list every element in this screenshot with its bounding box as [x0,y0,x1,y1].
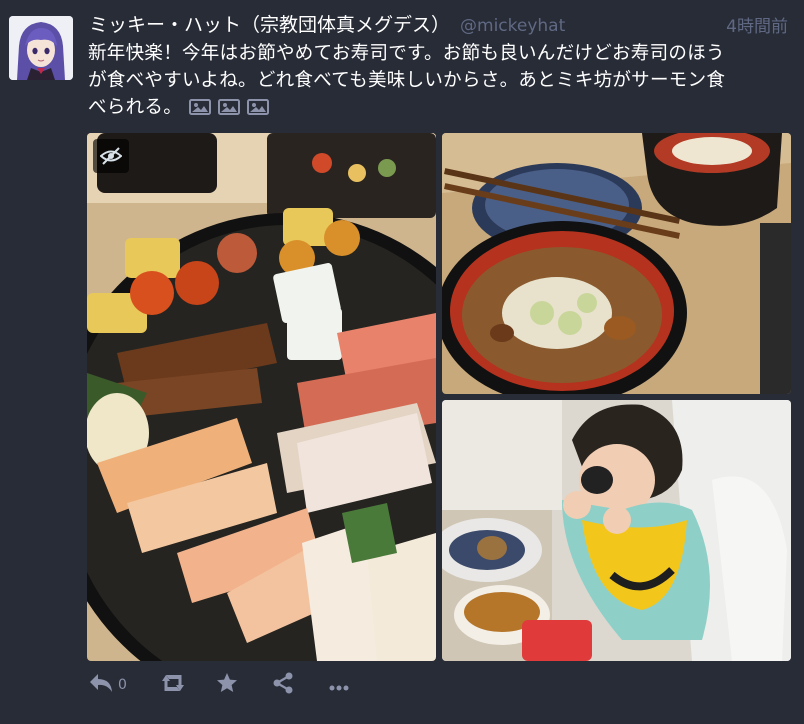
picture-icon[interactable] [189,96,212,123]
avatar[interactable] [9,16,73,80]
status-text-line: 新年快楽！今年はお節やめてお寿司です。お節も良いんだけどお寿司のほう [88,43,725,64]
boost-icon [159,673,187,697]
reply-count: 0 [118,677,127,693]
reply-icon [89,673,113,697]
eye-slash-icon [100,147,122,165]
more-button[interactable] [329,670,349,700]
favourite-button[interactable] [216,670,238,700]
media-gallery [87,133,791,661]
picture-icon[interactable] [247,96,270,123]
display-name[interactable]: ミッキー・ハット（宗教団体真メグデス） [89,14,450,36]
status-content: 新年快楽！今年はお節やめてお寿司です。お節も良いんだけどお寿司のほう が食べやす… [88,40,794,123]
favourite-icon [216,672,238,698]
picture-icon[interactable] [218,96,241,123]
reply-button[interactable]: 0 [89,670,127,700]
account-handle[interactable]: @mickeyhat [460,16,565,36]
more-icon [329,676,349,695]
status-header: ミッキー・ハット（宗教団体真メグデス） @mickeyhat 4時間前 [89,10,792,40]
share-icon [272,672,294,698]
status-text-line: が食べやすいよね。どれ食べても美味しいからさ。あとミキ坊がサーモン食 [88,70,726,91]
relative-time[interactable]: 4時間前 [726,12,788,37]
media-miso-soup[interactable] [442,133,791,394]
media-child-eating[interactable] [442,400,791,661]
boost-button[interactable] [159,670,187,700]
share-button[interactable] [272,670,294,700]
status-text-line: べられる。 [88,97,183,118]
hide-media-button[interactable] [93,139,129,173]
media-sushi-platter[interactable] [87,133,436,661]
status-text-line-last: べられる。 [88,94,794,123]
